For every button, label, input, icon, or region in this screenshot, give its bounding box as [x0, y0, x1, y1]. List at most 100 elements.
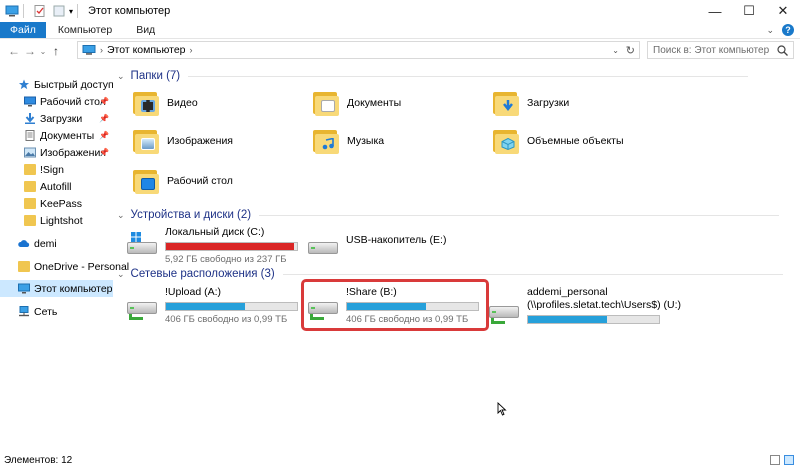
sidebar-item-label: Рабочий стол [40, 95, 106, 108]
close-button[interactable]: ✕ [766, 0, 800, 22]
folder-label: Изображения [167, 135, 233, 147]
folder-icon [24, 198, 36, 209]
folder-item-video[interactable]: Видео [133, 90, 198, 116]
group-header-devices[interactable]: ⌄ Устройства и диски (2) [117, 209, 780, 221]
drive-name: addemi_personal [527, 286, 608, 298]
network-drive-addemi-u[interactable]: addemi_personal (\\profiles.sletat.tech\… [489, 286, 681, 326]
drive-usage-bar [165, 302, 298, 311]
address-path[interactable]: Этот компьютер [107, 44, 186, 56]
address-bar[interactable]: › Этот компьютер › ⌄ ↻ [77, 41, 640, 59]
up-button[interactable]: ↑ [48, 44, 64, 58]
sidebar-item-network[interactable]: Сеть [0, 303, 113, 320]
documents-folder-icon [313, 90, 339, 116]
usb-drive-icon [308, 232, 338, 262]
folder-label: Загрузки [527, 97, 570, 109]
pictures-folder-icon [133, 128, 159, 154]
folder-label: Видео [167, 97, 198, 109]
folder-item-desktop[interactable]: Рабочий стол [133, 168, 233, 194]
star-icon [18, 79, 30, 90]
large-icons-view-button[interactable] [784, 455, 794, 465]
sidebar-item-label: Этот компьютер [34, 282, 113, 295]
sidebar-item-label: Быстрый доступ [34, 78, 114, 91]
address-dropdown-icon[interactable]: ⌄ [612, 46, 619, 55]
folder-icon [18, 261, 30, 272]
network-drive-upload-a[interactable]: !Upload (A:) 406 ГБ свободно из 0,99 ТБ [127, 286, 298, 325]
expand-ribbon-icon[interactable]: ⌄ [766, 25, 774, 36]
mouse-cursor-icon [497, 402, 507, 416]
drive-item-usb-e[interactable]: USB-накопитель (E:) [308, 226, 446, 262]
new-folder-icon[interactable] [52, 5, 66, 17]
chevron-right-icon[interactable]: › [190, 45, 193, 55]
maximize-button[interactable]: ☐ [732, 0, 766, 22]
pin-icon[interactable]: 📌 [99, 114, 109, 123]
search-input[interactable]: Поиск в: Этот компьютер [653, 45, 769, 56]
customize-quick-access-icon[interactable]: ▾ [69, 7, 73, 16]
computer-icon[interactable] [5, 5, 19, 17]
sidebar-item-sign[interactable]: !Sign [0, 161, 113, 178]
sidebar-item-onedrive-personal[interactable]: OneDrive - Personal [0, 258, 129, 275]
sidebar-item-quick-access[interactable]: Быстрый доступ [0, 76, 114, 93]
network-icon [19, 306, 29, 317]
tab-view[interactable]: Вид [124, 22, 167, 38]
folder-item-downloads[interactable]: Загрузки [493, 90, 569, 116]
divider [259, 214, 780, 216]
folder-item-music[interactable]: Музыка [313, 128, 384, 154]
folder-icon [24, 215, 36, 226]
sidebar-item-this-pc[interactable]: Этот компьютер [0, 280, 113, 297]
pictures-icon [24, 147, 36, 158]
sidebar-item-documents[interactable]: Документы 📌 [0, 127, 113, 144]
forward-button[interactable]: → [22, 44, 38, 58]
sidebar-item-label: Изображения [40, 146, 106, 159]
sidebar-item-desktop[interactable]: Рабочий стол 📌 [0, 93, 113, 110]
drive-usage-fill [166, 303, 245, 310]
help-icon[interactable]: ? [782, 24, 794, 36]
search-box[interactable]: Поиск в: Этот компьютер [647, 41, 794, 59]
drive-free-space: 406 ГБ свободно из 0,99 ТБ [165, 314, 288, 325]
local-disk-icon [127, 232, 157, 262]
sidebar-item-label: KeePass [40, 197, 83, 210]
pin-icon[interactable]: 📌 [99, 97, 109, 106]
ribbon: Файл Компьютер Вид ⌄ ? [0, 22, 800, 39]
folder-label: Рабочий стол [167, 175, 233, 187]
chevron-down-icon[interactable]: ⌄ [117, 269, 125, 280]
pin-icon[interactable]: 📌 [99, 148, 109, 157]
properties-icon[interactable] [33, 5, 47, 17]
sidebar-item-pictures[interactable]: Изображения 📌 [0, 144, 113, 161]
tab-file[interactable]: Файл [0, 22, 46, 38]
pin-icon[interactable]: 📌 [99, 131, 109, 140]
drive-usage-fill [166, 243, 294, 250]
folder-item-3d-objects[interactable]: Объемные объекты [493, 128, 624, 154]
sidebar-item-keepass[interactable]: KeePass [0, 195, 113, 212]
ribbon-right: ⌄ ? [766, 24, 794, 36]
chevron-down-icon[interactable]: ⌄ [117, 71, 125, 82]
minimize-button[interactable]: — [698, 0, 732, 22]
chevron-right-icon[interactable]: › [100, 45, 103, 55]
refresh-icon[interactable]: ↻ [626, 44, 635, 57]
download-icon [25, 113, 35, 124]
sidebar-item-autofill[interactable]: Autofill [0, 178, 113, 195]
chevron-down-icon[interactable]: ⌄ [117, 210, 125, 221]
sidebar-item-lightshot[interactable]: Lightshot [0, 212, 113, 229]
drive-name: !Upload (A:) [165, 286, 222, 298]
tab-computer[interactable]: Компьютер [46, 22, 124, 38]
drive-item-local-c[interactable]: Локальный диск (C:) 5,92 ГБ свободно из … [127, 226, 298, 265]
divider [188, 75, 749, 77]
group-header-folders[interactable]: ⌄ Папки (7) [117, 70, 749, 82]
details-view-button[interactable] [770, 455, 780, 465]
video-folder-icon [133, 90, 159, 116]
view-buttons [770, 455, 794, 465]
navigation-bar: ← → ⌄ ↑ › Этот компьютер › ⌄ ↻ Поиск в: … [0, 40, 800, 62]
sidebar-item-label: !Sign [40, 163, 64, 176]
folder-item-pictures[interactable]: Изображения [133, 128, 233, 154]
back-button[interactable]: ← [6, 44, 22, 58]
sidebar-item-downloads[interactable]: Загрузки 📌 [0, 110, 113, 127]
sidebar-item-label: Сеть [34, 305, 58, 318]
recent-locations-button[interactable]: ⌄ [38, 47, 48, 56]
group-title: Папки (7) [130, 70, 181, 82]
drive-free-space: 5,92 ГБ свободно из 237 ГБ [165, 254, 287, 265]
window-title: Этот компьютер [88, 5, 171, 17]
sidebar-item-onedrive-demi[interactable]: demi [0, 235, 113, 252]
computer-icon [18, 283, 30, 294]
folder-item-documents[interactable]: Документы [313, 90, 401, 116]
folder-icon [24, 181, 36, 192]
